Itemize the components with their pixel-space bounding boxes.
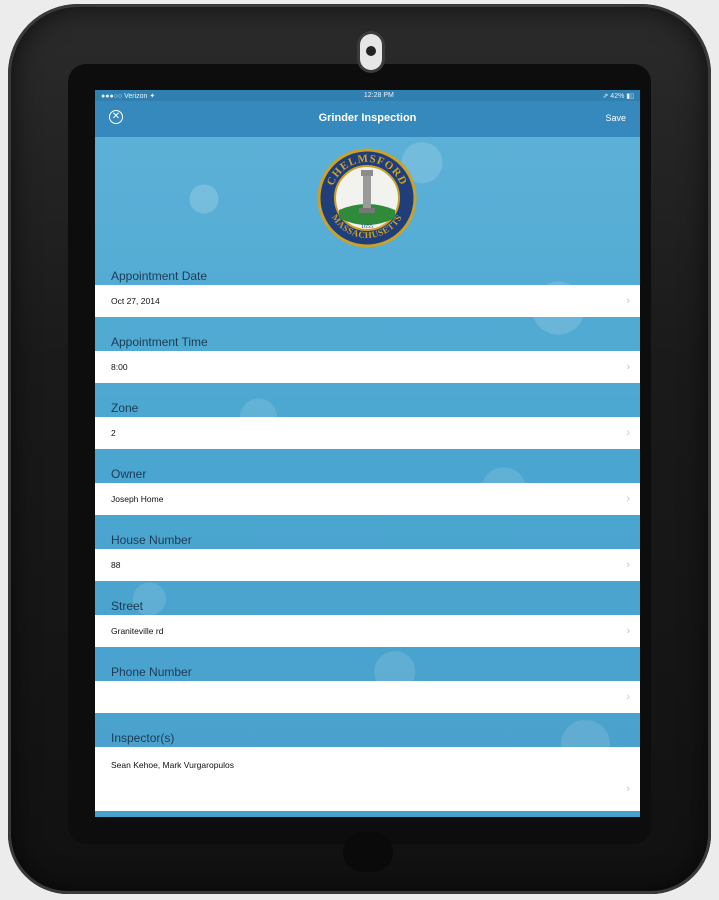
zone-field[interactable]: 2 › [95,417,640,449]
house-number-label: House Number [111,533,192,547]
inspection-form: Appointment Date Oct 27, 2014 › Appointm… [95,265,640,811]
street-value: Graniteville rd [111,626,164,636]
inspectors-label: Inspector(s) [111,731,175,745]
street-label: Street [111,599,144,613]
appointment-date-label: Appointment Date [111,269,208,283]
home-button-cover [343,832,393,872]
chevron-right-icon: › [626,783,630,795]
app-screen: ●●●○○ Verizon ✦ 12:28 PM ⇗ 42% ▮▯ ✕ Grin… [95,90,640,817]
town-seal-logo: CHELMSFORD MASSACHUSETTS 1655 [317,148,417,248]
appointment-date-value: Oct 27, 2014 [111,296,160,306]
status-time: 12:28 PM [363,92,394,99]
page-title: Grinder Inspection [318,112,417,124]
status-bar: ●●●○○ Verizon ✦ 12:28 PM ⇗ 42% ▮▯ [95,90,640,101]
chevron-right-icon: › [626,427,630,439]
chevron-right-icon: › [626,691,630,703]
chevron-right-icon: › [626,625,630,637]
house-number-field[interactable]: 88 › [95,549,640,581]
battery-indicator: ⇗ 42% ▮▯ [602,92,634,100]
appointment-date-field[interactable]: Oct 27, 2014 › [95,285,640,317]
appointment-time-value: 8:00 [111,362,128,372]
carrier-signal: ●●●○○ Verizon ✦ [101,92,156,100]
camera-icon [360,34,382,70]
chevron-right-icon: › [626,361,630,373]
seal-year: 1655 [361,224,373,230]
chevron-right-icon: › [626,295,630,307]
save-button[interactable]: Save [605,113,626,123]
owner-value: Joseph Home [111,494,164,504]
owner-field[interactable]: Joseph Home › [95,483,640,515]
phone-number-label: Phone Number [111,665,192,679]
navigation-bar: ✕ Grinder Inspection Save [95,101,640,137]
appointment-time-label: Appointment Time [111,335,208,349]
chevron-right-icon: › [626,493,630,505]
appointment-time-field[interactable]: 8:00 › [95,351,640,383]
zone-label: Zone [111,401,139,415]
inspectors-value: Sean Kehoe, Mark Vurgaropulos [111,760,235,770]
zone-value: 2 [111,428,116,438]
phone-number-field[interactable]: › [95,681,640,713]
house-number-value: 88 [111,560,121,570]
owner-label: Owner [111,467,147,481]
inspectors-field[interactable]: Sean Kehoe, Mark Vurgaropulos › [95,747,640,811]
chevron-right-icon: › [626,559,630,571]
street-field[interactable]: Graniteville rd › [95,615,640,647]
